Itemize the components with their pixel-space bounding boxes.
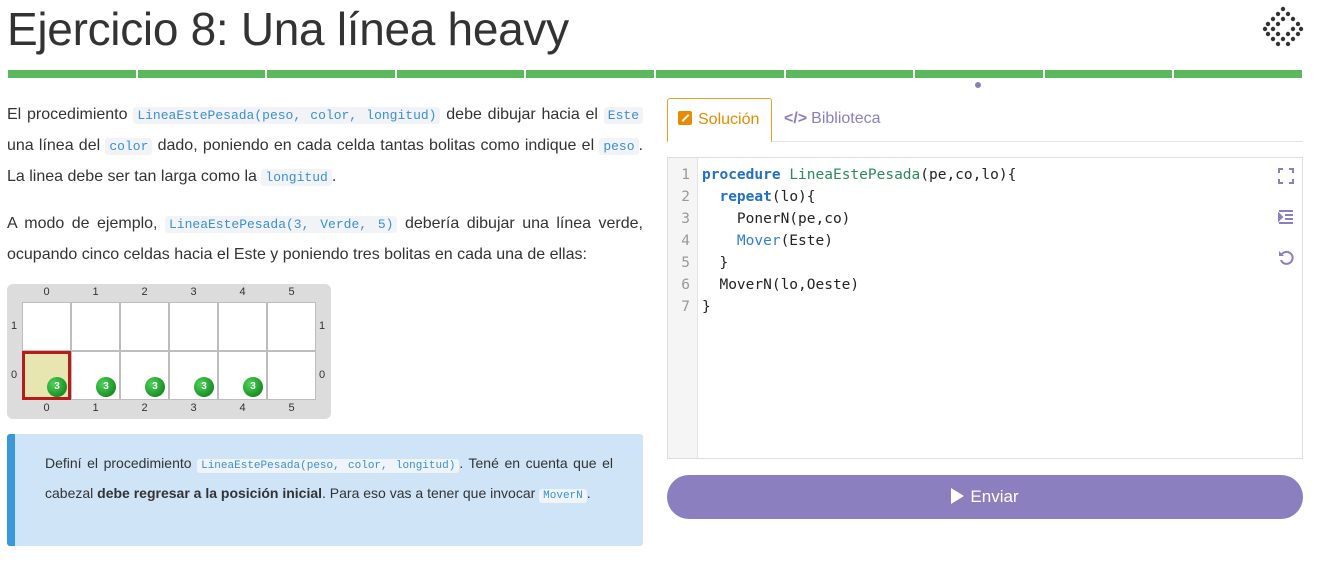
green-ball: 3	[194, 377, 214, 397]
green-ball: 3	[47, 377, 67, 397]
statement-paragraph: El procedimiento LineaEstePesada(peso, c…	[7, 106, 644, 186]
board-cell	[120, 302, 169, 351]
code-line: 6 MoverN(lo,Oeste)	[681, 277, 860, 293]
board-cell: 3	[218, 351, 267, 400]
board-cell: 3	[169, 351, 218, 400]
progress-step-current[interactable]	[915, 70, 1043, 78]
progress-step[interactable]	[137, 70, 266, 78]
board-column-label: 0	[43, 286, 50, 298]
green-ball: 3	[243, 377, 263, 397]
code-line: 4 Mover(Este)	[681, 233, 833, 249]
code-editor[interactable]: 1 procedure LineaEstePesada(pe,co,lo){ 2 …	[667, 157, 1303, 459]
board-column-label: 5	[288, 402, 295, 414]
code-snippet: Este	[603, 107, 644, 124]
board-cell	[71, 302, 120, 351]
page-title: Ejercicio 8: Una línea heavy	[7, 3, 569, 55]
code-snippet: LineaEstePesada(3, Verde, 5)	[164, 216, 398, 233]
board-column-label: 1	[92, 286, 99, 298]
board-column-label: 2	[141, 286, 148, 298]
code-icon: </>	[784, 110, 808, 127]
board-column-label: 1	[92, 402, 99, 414]
tab-biblioteca[interactable]: </> Biblioteca	[784, 98, 881, 142]
exercise-progress-bar	[8, 70, 1302, 78]
code-snippet: longitud	[261, 169, 332, 186]
board-column-label: 4	[239, 402, 246, 414]
progress-step[interactable]	[396, 70, 525, 78]
edit-icon	[678, 111, 692, 125]
green-ball: 3	[145, 377, 165, 397]
note-emphasis: debe regresar a la posición inicial	[97, 485, 323, 501]
editor-tabs: Solución </> Biblioteca	[667, 98, 1303, 142]
code-lines[interactable]: 1 procedure LineaEstePesada(pe,co,lo){ 2 …	[668, 164, 1228, 318]
statement-paragraph: A modo de ejemplo, LineaEstePesada(3, Ve…	[7, 215, 644, 263]
code-snippet: LineaEstePesada(peso, color, longitud)	[133, 107, 441, 124]
code-line: 7}	[681, 299, 711, 315]
progress-step[interactable]	[267, 70, 395, 78]
board-column-label: 3	[190, 286, 197, 298]
tab-solucion[interactable]: Solución	[667, 98, 772, 142]
progress-step[interactable]	[785, 70, 914, 78]
board-cell	[22, 302, 71, 351]
board-column-label: 5	[288, 286, 295, 298]
code-line: 2 repeat(lo){	[681, 189, 816, 205]
exercise-statement: El procedimiento LineaEstePesada(peso, c…	[7, 100, 644, 270]
current-step-indicator	[975, 82, 981, 88]
gobstones-board: 0 0 1 1 2 2 3 3 4 4 5 5 1 1 0 0 3 3 3 3 3	[7, 284, 331, 419]
board-row-label: 0	[319, 369, 326, 381]
board-row-label: 0	[11, 369, 18, 381]
board-row-label: 1	[319, 320, 326, 332]
progress-step[interactable]	[526, 70, 654, 78]
progress-step[interactable]	[1174, 70, 1302, 78]
instruction-note: Definí el procedimiento LineaEstePesada(…	[7, 434, 643, 546]
board-column-label: 3	[190, 402, 197, 414]
reset-icon[interactable]	[1278, 250, 1294, 266]
board-cell: 3	[71, 351, 120, 400]
code-line: 1 procedure LineaEstePesada(pe,co,lo){	[681, 167, 1017, 183]
board-column-label: 4	[239, 286, 246, 298]
editor-toolbar	[1278, 168, 1294, 291]
code-line: 5 }	[681, 255, 729, 271]
code-snippet: MoverN	[539, 489, 587, 503]
mumuki-logo-icon	[1262, 6, 1304, 47]
indent-icon[interactable]	[1278, 209, 1294, 225]
board-column-label: 0	[43, 402, 50, 414]
code-line: 3 PonerN(pe,co)	[681, 211, 851, 227]
progress-step[interactable]	[1044, 70, 1173, 78]
code-snippet: peso	[599, 138, 639, 155]
code-snippet: LineaEstePesada(peso, color, longitud)	[197, 459, 460, 473]
board-row-label: 1	[11, 320, 18, 332]
board-column-label: 2	[141, 402, 148, 414]
progress-step[interactable]	[655, 70, 784, 78]
fullscreen-icon[interactable]	[1278, 168, 1294, 184]
green-ball: 3	[96, 377, 116, 397]
board-cell	[218, 302, 267, 351]
board-cell	[267, 351, 316, 400]
code-snippet: color	[105, 138, 153, 155]
progress-step[interactable]	[8, 70, 136, 78]
board-cell: 3	[120, 351, 169, 400]
board-cell	[169, 302, 218, 351]
board-head-cell: 3	[22, 351, 71, 400]
play-icon	[951, 488, 965, 504]
submit-button[interactable]: Enviar	[667, 475, 1303, 519]
board-cell	[267, 302, 316, 351]
